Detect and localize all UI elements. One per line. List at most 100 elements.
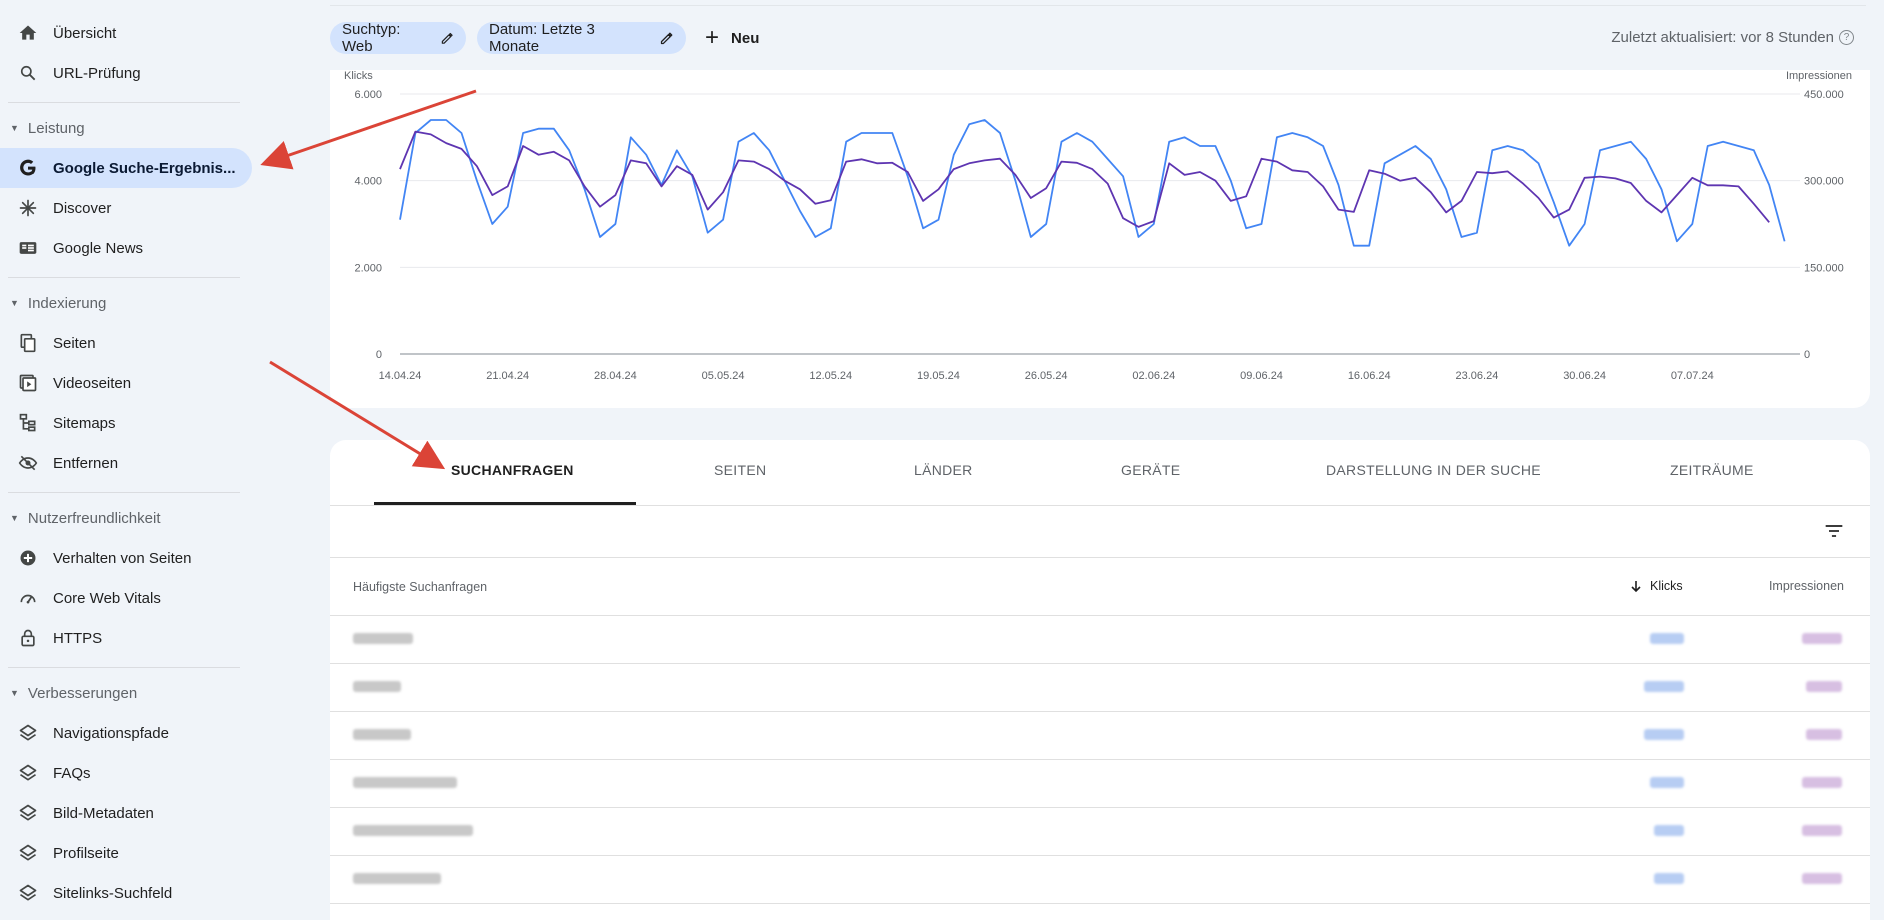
series-line-klicks <box>399 119 1786 247</box>
table-row[interactable] <box>330 663 1870 712</box>
sidebar-item-navigationspfade[interactable]: Navigationspfade <box>0 713 252 753</box>
tab-laender[interactable]: LÄNDER <box>914 462 973 478</box>
query-cell-redacted <box>353 633 413 644</box>
sidebar-item-verhalten-von-seiten[interactable]: Verhalten von Seiten <box>0 538 252 578</box>
search-type-chip[interactable]: Suchtyp: Web <box>330 21 466 55</box>
last-updated-text: Zuletzt aktualisiert: vor 8 Stunden ? <box>1611 29 1854 46</box>
report-tabs: SUCHANFRAGEN SEITEN LÄNDER GERÄTE DARSTE… <box>330 440 1870 506</box>
table-row[interactable] <box>330 759 1870 808</box>
query-cell-redacted <box>353 777 457 788</box>
table-row[interactable] <box>330 615 1870 664</box>
layers-icon <box>18 883 38 903</box>
sidebar-item-label: Verhalten von Seiten <box>53 549 192 567</box>
query-cell-redacted <box>353 825 473 836</box>
table-row[interactable] <box>330 807 1870 856</box>
sidebar-item-bild-metadaten[interactable]: Bild-Metadaten <box>0 793 252 833</box>
sidebar-item-label: Discover <box>53 199 112 217</box>
x-tick-label: 02.06.24 <box>1132 370 1175 382</box>
x-tick-label: 12.05.24 <box>809 370 852 382</box>
performance-chart: 0 2.000 4.000 6.000 0 150.000 300.000 450.000 Kl… <box>344 70 1852 382</box>
pages-icon <box>18 333 38 353</box>
clicks-cell-redacted <box>1654 873 1684 884</box>
section-header-indexierung[interactable]: ▼ Indexierung <box>10 288 106 318</box>
table-row[interactable] <box>330 855 1870 904</box>
tab-suchanfragen[interactable]: SUCHANFRAGEN <box>451 462 574 478</box>
sidebar-divider <box>8 492 240 493</box>
sidebar-item-seiten[interactable]: Seiten <box>0 323 252 363</box>
x-tick-label: 21.04.24 <box>486 370 529 382</box>
sidebar-item-sitelinks-suchfeld[interactable]: Sitelinks-Suchfeld <box>0 873 252 913</box>
clicks-cell-redacted <box>1654 825 1684 836</box>
column-header-impressions[interactable]: Impressionen <box>1769 579 1844 593</box>
y-tick-label-left: 6.000 <box>354 89 382 101</box>
gauge-icon <box>18 588 38 608</box>
tab-seiten[interactable]: SEITEN <box>714 462 766 478</box>
sidebar-item-faqs[interactable]: FAQs <box>0 753 252 793</box>
layers-icon <box>18 763 38 783</box>
impressions-cell-redacted <box>1802 777 1842 788</box>
table-header: Häufigste Suchanfragen Klicks Impression… <box>330 557 1870 616</box>
sidebar-item-label: Sitemaps <box>53 414 116 432</box>
impressions-cell-redacted <box>1806 729 1842 740</box>
home-icon <box>18 23 38 43</box>
tab-geraete[interactable]: GERÄTE <box>1121 462 1180 478</box>
sidebar-item-https[interactable]: HTTPS <box>0 618 252 658</box>
section-header-verbesserungen[interactable]: ▼ Verbesserungen <box>10 678 137 708</box>
report-table-card: SUCHANFRAGEN SEITEN LÄNDER GERÄTE DARSTE… <box>330 440 1870 920</box>
sidebar-item-profilseite[interactable]: Profilseite <box>0 833 252 873</box>
plus-icon: + <box>705 24 720 51</box>
sidebar-item-url-pruefung[interactable]: URL-Prüfung <box>0 53 252 93</box>
new-filter-button[interactable]: + Neu <box>705 24 759 52</box>
sidebar: Übersicht URL-Prüfung ▼ Leistung Google … <box>0 0 255 907</box>
help-icon[interactable]: ? <box>1839 30 1854 45</box>
y-tick-label-left: 2.000 <box>354 262 382 274</box>
date-chip[interactable]: Datum: Letzte 3 Monate <box>477 21 686 55</box>
eye-off-icon <box>18 453 38 473</box>
sidebar-item-discover[interactable]: Discover <box>0 188 252 228</box>
impressions-cell-redacted <box>1802 873 1842 884</box>
column-header-clicks[interactable]: Klicks <box>1630 579 1683 593</box>
sidebar-item-label: URL-Prüfung <box>53 64 141 82</box>
sidebar-item-google-news[interactable]: Google News <box>0 228 252 268</box>
column-header-queries[interactable]: Häufigste Suchanfragen <box>353 580 487 594</box>
sidebar-item-entfernen[interactable]: Entfernen <box>0 443 252 483</box>
sidebar-item-label: Bild-Metadaten <box>53 804 154 822</box>
video-pages-icon <box>18 373 38 393</box>
x-tick-label: 23.06.24 <box>1456 370 1499 382</box>
sidebar-item-videoseiten[interactable]: Videoseiten <box>0 363 252 403</box>
y-tick-label-left: 0 <box>376 349 382 361</box>
clicks-cell-redacted <box>1644 729 1684 740</box>
section-header-nutzerfreundlichkeit[interactable]: ▼ Nutzerfreundlichkeit <box>10 503 160 533</box>
x-tick-label: 28.04.24 <box>594 370 637 382</box>
x-tick-label: 14.04.24 <box>379 370 422 382</box>
sidebar-item-label: HTTPS <box>53 629 103 647</box>
sidebar-item-label: Sitelinks-Suchfeld <box>53 884 173 902</box>
section-header-leistung[interactable]: ▼ Leistung <box>10 113 85 143</box>
sidebar-item-label: Core Web Vitals <box>53 589 161 607</box>
google-g-icon <box>18 158 38 178</box>
x-tick-label: 26.05.24 <box>1025 370 1068 382</box>
clicks-cell-redacted <box>1644 681 1684 692</box>
sidebar-item-uebersicht[interactable]: Übersicht <box>0 13 252 53</box>
clicks-cell-redacted <box>1650 633 1684 644</box>
caret-down-icon: ▼ <box>10 298 19 308</box>
caret-down-icon: ▼ <box>10 123 19 133</box>
sidebar-divider <box>8 667 240 668</box>
table-row[interactable] <box>330 711 1870 760</box>
sidebar-item-core-web-vitals[interactable]: Core Web Vitals <box>0 578 252 618</box>
sidebar-item-sitemaps[interactable]: Sitemaps <box>0 403 252 443</box>
lock-icon <box>18 628 38 648</box>
sidebar-item-label: FAQs <box>53 764 91 782</box>
tab-zeitraeume[interactable]: ZEITRÄUME <box>1670 462 1754 478</box>
filter-icon[interactable] <box>1824 522 1844 540</box>
x-tick-label: 05.05.24 <box>702 370 745 382</box>
edit-pencil-icon <box>660 32 673 44</box>
y-axis-label-left: Klicks <box>344 70 373 82</box>
query-cell-redacted <box>353 681 401 692</box>
sidebar-item-label: Seiten <box>53 334 96 352</box>
tab-darstellung[interactable]: DARSTELLUNG IN DER SUCHE <box>1326 462 1541 478</box>
sidebar-item-google-suche[interactable]: Google Suche-Ergebnis... <box>0 148 252 188</box>
impressions-cell-redacted <box>1802 633 1842 644</box>
y-tick-label-left: 4.000 <box>354 176 382 188</box>
sidebar-item-label: Navigationspfade <box>53 724 169 742</box>
